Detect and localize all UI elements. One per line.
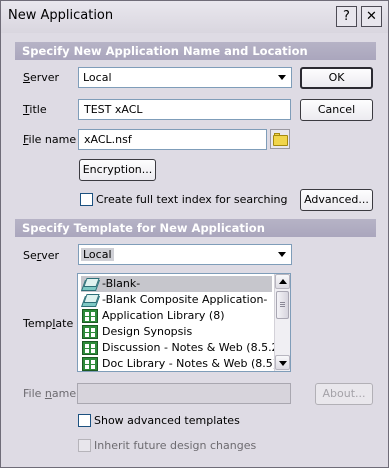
folder-icon-body [273,135,288,146]
filename-field[interactable]: xACL.nsf [78,129,267,150]
advanced-button[interactable]: Advanced... [300,189,373,211]
template-server-value: Local [81,248,114,261]
name-location-header: Specify New Application Name and Locatio… [15,42,376,60]
template-icon [82,325,98,339]
template-icon [82,309,98,323]
title-label: Title [23,103,47,116]
template-icon [82,357,98,371]
template-icon [82,341,98,355]
about-button: About... [315,383,373,405]
dialog-title: New Application [8,8,114,23]
template-header: Specify Template for New Application [15,219,376,237]
template-server-select[interactable]: Local [78,244,292,265]
chevron-down-icon[interactable] [274,246,290,263]
chevron-down-icon[interactable] [274,69,290,86]
help-button[interactable]: ? [336,6,357,27]
inherit-design-checkbox [78,439,91,452]
title-bar: New Application ? ✕ [1,1,388,33]
template-filename-label: File name [23,387,77,400]
fulltext-checkbox-label[interactable]: Create full text index for searching [96,193,287,206]
template-server-label: Server [23,249,60,262]
list-item[interactable]: Discussion - Notes & Web (8.5.2) [81,340,283,356]
cancel-button[interactable]: Cancel [300,99,373,121]
template-item-label: Application Library (8) [102,309,225,322]
scroll-thumb[interactable] [276,291,289,319]
ok-button[interactable]: OK [300,67,373,89]
server-label-rest: erver [29,71,60,84]
blank-template-icon [82,293,98,307]
template-label: Template [23,317,74,330]
server-value: Local [83,71,112,84]
template-list-scrollbar[interactable] [274,274,290,371]
template-item-label: Discussion - Notes & Web (8.5.2) [102,341,283,354]
template-item-label: Doc Library - Notes & Web (8.5) [102,357,278,370]
inherit-design-label: Inherit future design changes [94,439,257,452]
title-field[interactable]: TEST xACL [78,99,291,120]
blank-template-icon [82,277,98,291]
show-advanced-checkbox[interactable] [78,414,91,427]
fulltext-checkbox[interactable] [80,193,93,206]
list-item[interactable]: -Blank Composite Application- [81,292,272,308]
encryption-button[interactable]: Encryption... [79,159,156,181]
title-value: TEST xACL [84,103,143,116]
scroll-down-icon[interactable] [275,355,290,370]
template-item-label: Design Synopsis [102,325,193,338]
template-item-label: -Blank Composite Application- [102,293,268,306]
list-item[interactable]: Application Library (8) [81,308,272,324]
list-item[interactable]: Design Synopsis [81,324,272,340]
close-button[interactable]: ✕ [361,6,382,27]
filename-value: xACL.nsf [84,133,132,146]
template-item-label: -Blank- [102,277,141,290]
template-filename-field [77,383,291,404]
template-list[interactable]: -Blank- -Blank Composite Application- Ap… [77,273,291,372]
filename-label: File name [23,133,77,146]
list-item[interactable]: -Blank- [81,276,272,292]
list-item[interactable]: Doc Library - Notes & Web (8.5) [81,356,277,371]
server-select[interactable]: Local [78,67,292,88]
scroll-up-icon[interactable] [275,274,290,289]
browse-folder-button[interactable] [270,129,290,149]
show-advanced-label[interactable]: Show advanced templates [94,414,240,427]
server-label: Server [23,71,60,84]
new-application-dialog: New Application ? ✕ Specify New Applicat… [0,0,389,468]
